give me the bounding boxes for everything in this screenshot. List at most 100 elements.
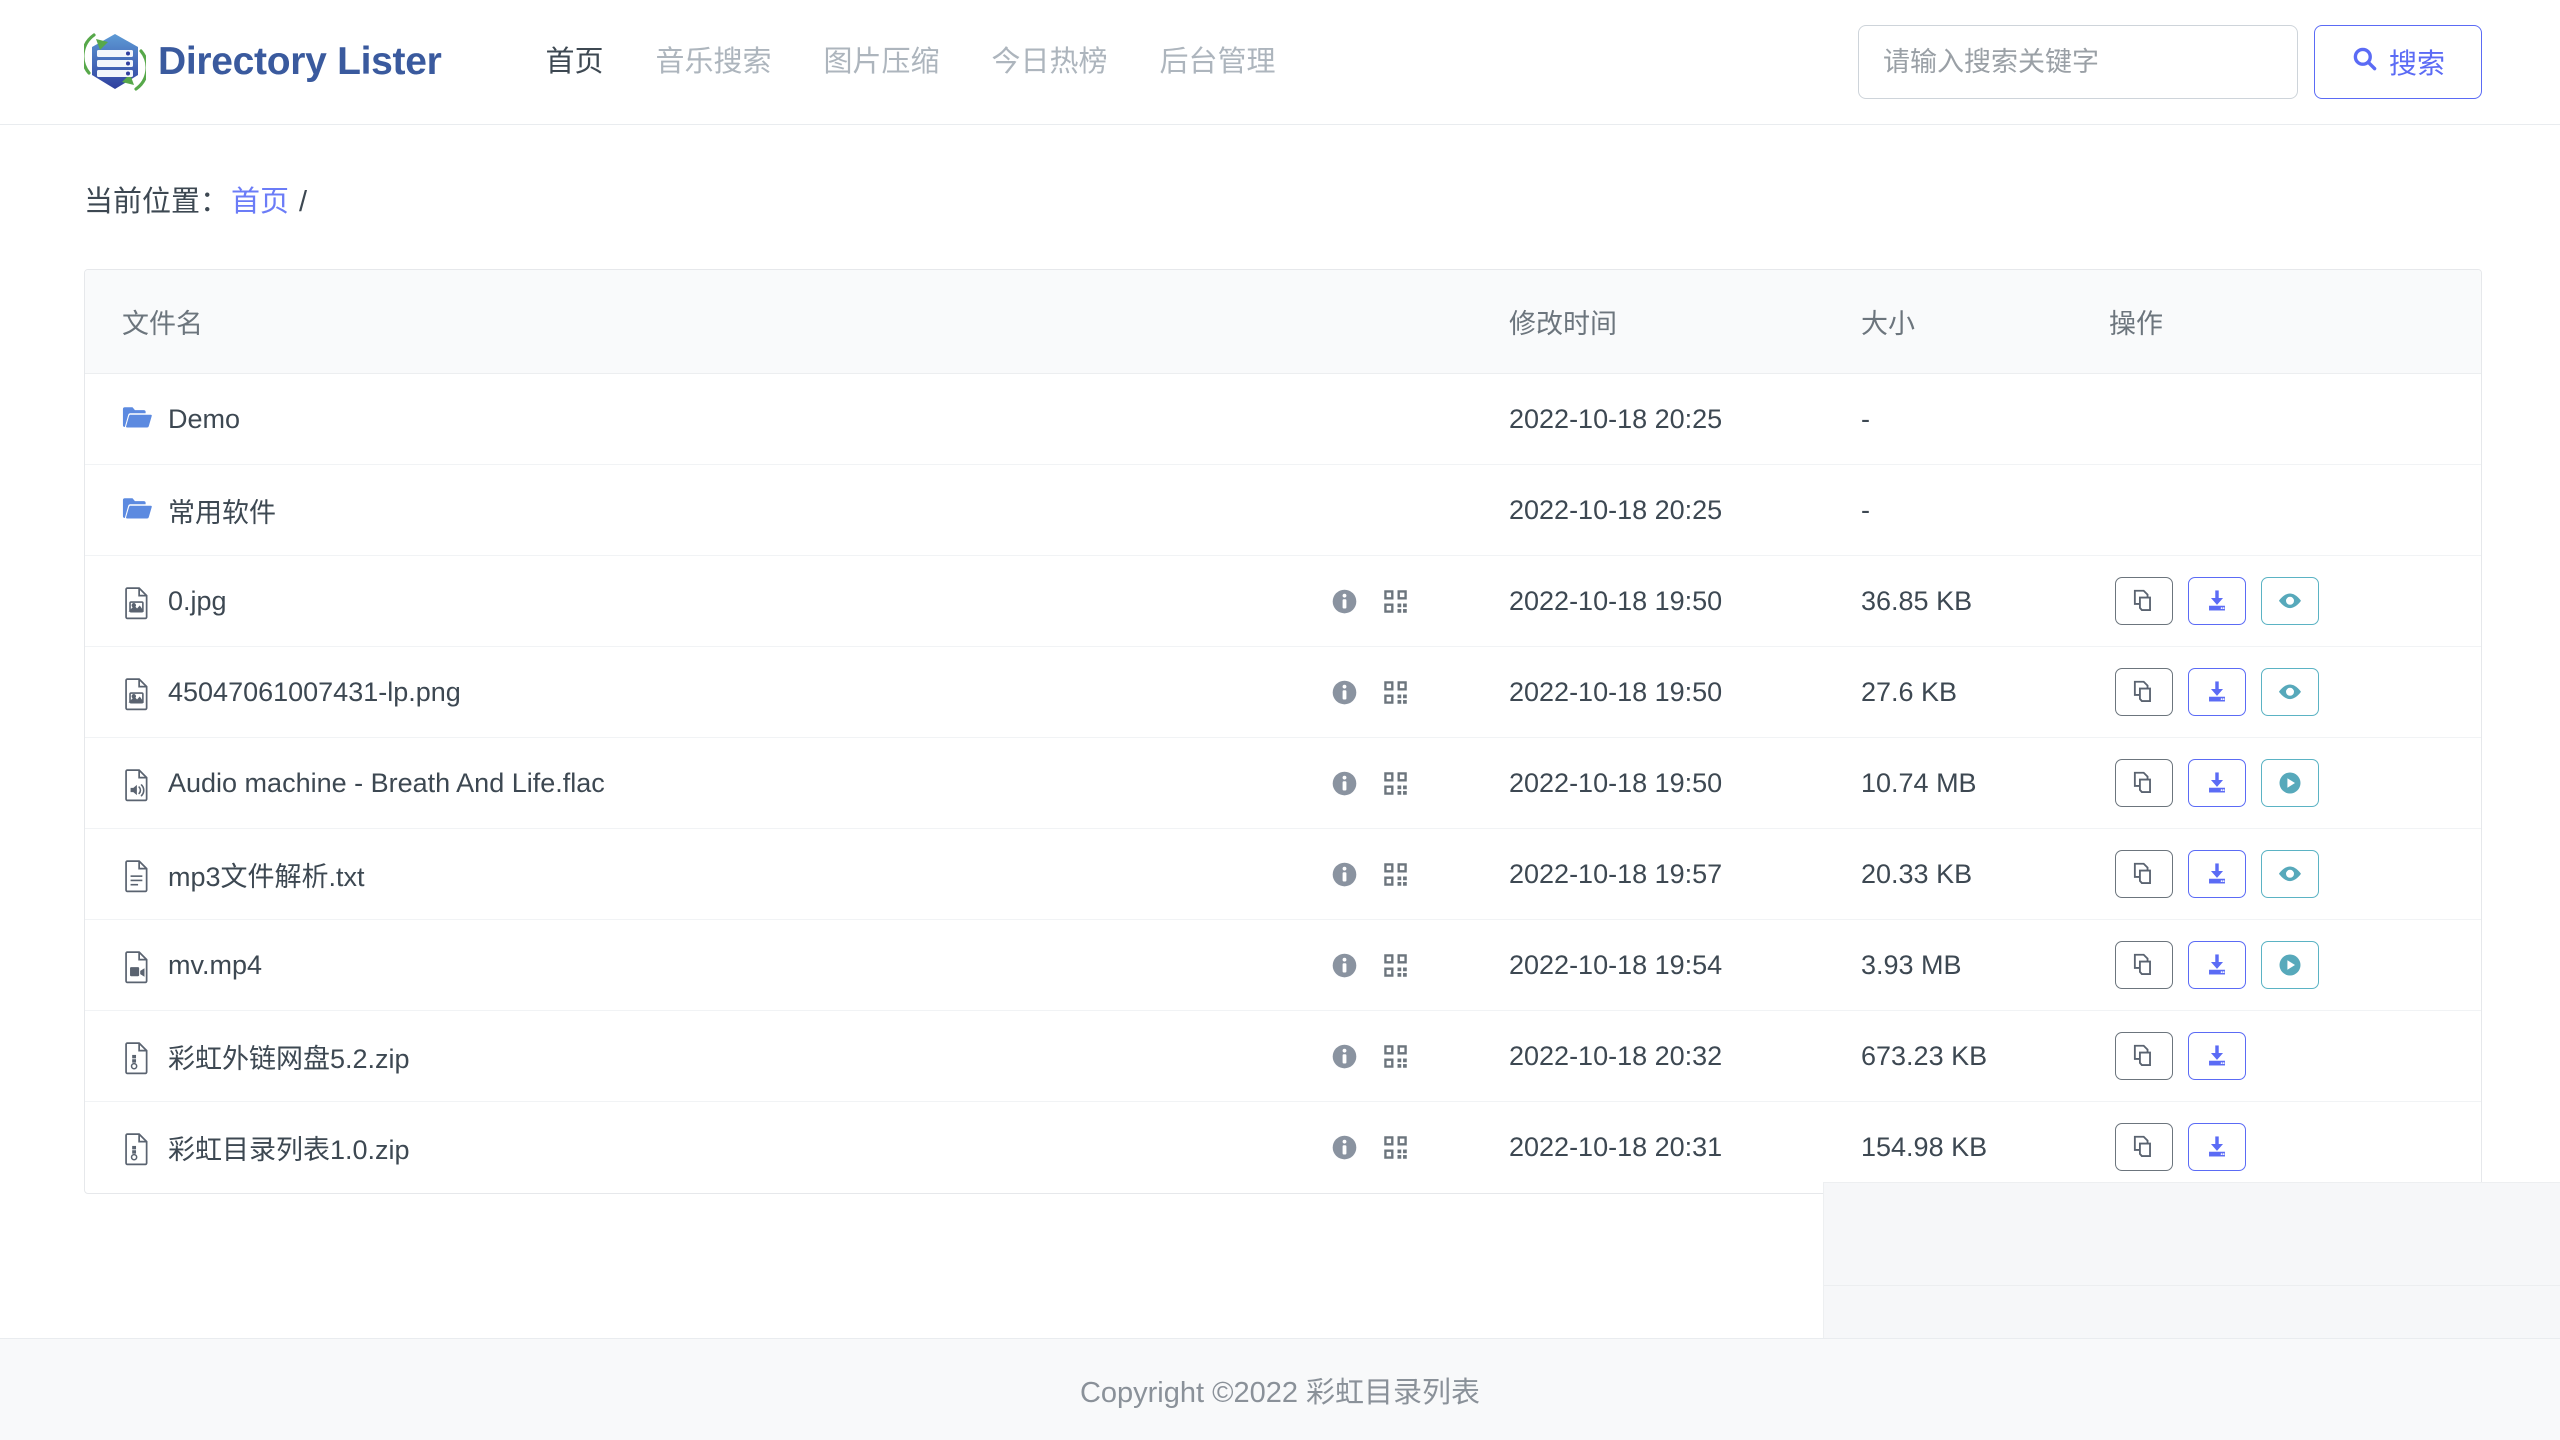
file-table-header-row: 文件名 修改时间 大小 操作 (85, 270, 2481, 374)
file-size-cell: - (1861, 465, 2109, 556)
play-button[interactable] (2261, 941, 2319, 989)
copy-button[interactable] (2115, 850, 2173, 898)
breadcrumb-link-home[interactable]: 首页 (231, 178, 289, 220)
search-button-label: 搜索 (2389, 42, 2445, 82)
play-circle-icon (2276, 769, 2304, 797)
nav-item-admin[interactable]: 后台管理 (1134, 48, 1302, 77)
file-name-cell: 彩虹目录列表1.0.zip (85, 1102, 1331, 1193)
overlay-divider (1824, 1285, 2560, 1286)
play-button[interactable] (2261, 759, 2319, 807)
table-row: 45047061007431-lp.png2022-10-18 19:5027.… (85, 647, 2481, 738)
file-table-head: 文件名 修改时间 大小 操作 (85, 270, 2481, 374)
file-size-cell: 27.6 KB (1861, 647, 2109, 738)
file-size-cell: 154.98 KB (1861, 1102, 2109, 1193)
file-name-label[interactable]: 0.jpg (168, 586, 227, 617)
file-name-label[interactable]: mv.mp4 (168, 950, 262, 981)
file-size-label: 20.33 KB (1861, 859, 1972, 889)
copy-button[interactable] (2115, 941, 2173, 989)
nav-item-home[interactable]: 首页 (519, 48, 629, 77)
download-button[interactable] (2188, 850, 2246, 898)
file-size-cell: 3.93 MB (1861, 920, 2109, 1011)
search-area: 搜索 (1858, 25, 2482, 99)
preview-button[interactable] (2261, 577, 2319, 625)
download-button[interactable] (2188, 1032, 2246, 1080)
file-name-label[interactable]: 常用软件 (168, 491, 276, 530)
table-row: 常用软件2022-10-18 20:25- (85, 465, 2481, 556)
file-modified-time: 2022-10-18 20:32 (1509, 1041, 1722, 1071)
eye-icon (2276, 587, 2304, 615)
file-archive-icon (122, 1041, 152, 1071)
nav-item-hot[interactable]: 今日热榜 (966, 48, 1134, 77)
brand-name: Directory Lister (158, 40, 441, 84)
brand-logo-link[interactable]: Directory Lister (84, 29, 441, 95)
file-time-cell: 2022-10-18 20:32 (1509, 1011, 1861, 1102)
file-name-label[interactable]: Audio machine - Breath And Life.flac (168, 768, 605, 799)
column-header-ops: 操作 (2109, 270, 2481, 374)
info-circle-icon[interactable] (1331, 1043, 1358, 1070)
file-time-cell: 2022-10-18 19:57 (1509, 829, 1861, 920)
copy-icon (2130, 769, 2158, 797)
file-meta-icons-cell (1331, 1102, 1509, 1193)
file-modified-time: 2022-10-18 19:57 (1509, 859, 1722, 889)
breadcrumb: 当前位置： 首页 / (0, 125, 2560, 220)
search-button[interactable]: 搜索 (2314, 25, 2482, 99)
file-name-label[interactable]: Demo (168, 404, 240, 435)
file-name-cell: mp3文件解析.txt (85, 829, 1331, 920)
qrcode-icon[interactable] (1382, 861, 1409, 888)
qrcode-icon[interactable] (1382, 679, 1409, 706)
preview-button[interactable] (2261, 850, 2319, 898)
search-input[interactable] (1858, 25, 2298, 99)
info-circle-icon[interactable] (1331, 679, 1358, 706)
server-hexagon-logo-icon (84, 29, 146, 95)
table-row: Audio machine - Breath And Life.flac 2022… (85, 738, 2481, 829)
info-circle-icon[interactable] (1331, 952, 1358, 979)
download-icon (2203, 1042, 2231, 1070)
file-meta-icons-cell (1331, 465, 1509, 556)
qrcode-icon[interactable] (1382, 770, 1409, 797)
download-button[interactable] (2188, 577, 2246, 625)
file-size-label: - (1861, 495, 1870, 525)
copy-icon (2130, 678, 2158, 706)
qrcode-icon[interactable] (1382, 1043, 1409, 1070)
eye-icon (2276, 860, 2304, 888)
copy-button[interactable] (2115, 759, 2173, 807)
nav-item-image[interactable]: 图片压缩 (798, 48, 966, 77)
file-actions-cell (2109, 1011, 2481, 1102)
copy-button[interactable] (2115, 577, 2173, 625)
download-button[interactable] (2188, 668, 2246, 716)
preview-button[interactable] (2261, 668, 2319, 716)
nav-item-music[interactable]: 音乐搜索 (630, 48, 798, 77)
info-circle-icon[interactable] (1331, 861, 1358, 888)
qrcode-icon[interactable] (1382, 952, 1409, 979)
download-button[interactable] (2188, 759, 2246, 807)
copy-button[interactable] (2115, 668, 2173, 716)
file-time-cell: 2022-10-18 19:50 (1509, 738, 1861, 829)
qrcode-icon[interactable] (1382, 588, 1409, 615)
file-name-label[interactable]: mp3文件解析.txt (168, 855, 365, 894)
download-button[interactable] (2188, 1123, 2246, 1171)
file-meta-icons-cell (1331, 1011, 1509, 1102)
qrcode-icon[interactable] (1382, 1134, 1409, 1161)
info-circle-icon[interactable] (1331, 588, 1358, 615)
copy-button[interactable] (2115, 1032, 2173, 1080)
file-list-card: 文件名 修改时间 大小 操作 Demo2022-10-18 20:25-常用软件… (84, 269, 2482, 1194)
file-size-cell: 36.85 KB (1861, 556, 2109, 647)
column-header-name: 文件名 (85, 270, 1331, 374)
file-size-label: 154.98 KB (1861, 1132, 1987, 1162)
file-audio-icon (122, 768, 152, 798)
info-circle-icon[interactable] (1331, 1134, 1358, 1161)
file-actions-cell (2109, 920, 2481, 1011)
file-modified-time: 2022-10-18 19:54 (1509, 950, 1722, 980)
file-name-cell: Audio machine - Breath And Life.flac (85, 738, 1331, 829)
file-modified-time: 2022-10-18 19:50 (1509, 586, 1722, 616)
file-modified-time: 2022-10-18 19:50 (1509, 768, 1722, 798)
table-row: 0.jpg 2022-10-18 19:50 36.85 KB (85, 556, 2481, 647)
info-circle-icon[interactable] (1331, 770, 1358, 797)
copy-button[interactable] (2115, 1123, 2173, 1171)
file-name-label[interactable]: 彩虹外链网盘5.2.zip (168, 1037, 410, 1076)
copy-icon (2130, 860, 2158, 888)
file-name-label[interactable]: 彩虹目录列表1.0.zip (168, 1128, 410, 1167)
download-button[interactable] (2188, 941, 2246, 989)
file-actions-cell (2109, 829, 2481, 920)
file-name-label[interactable]: 45047061007431-lp.png (168, 677, 461, 708)
